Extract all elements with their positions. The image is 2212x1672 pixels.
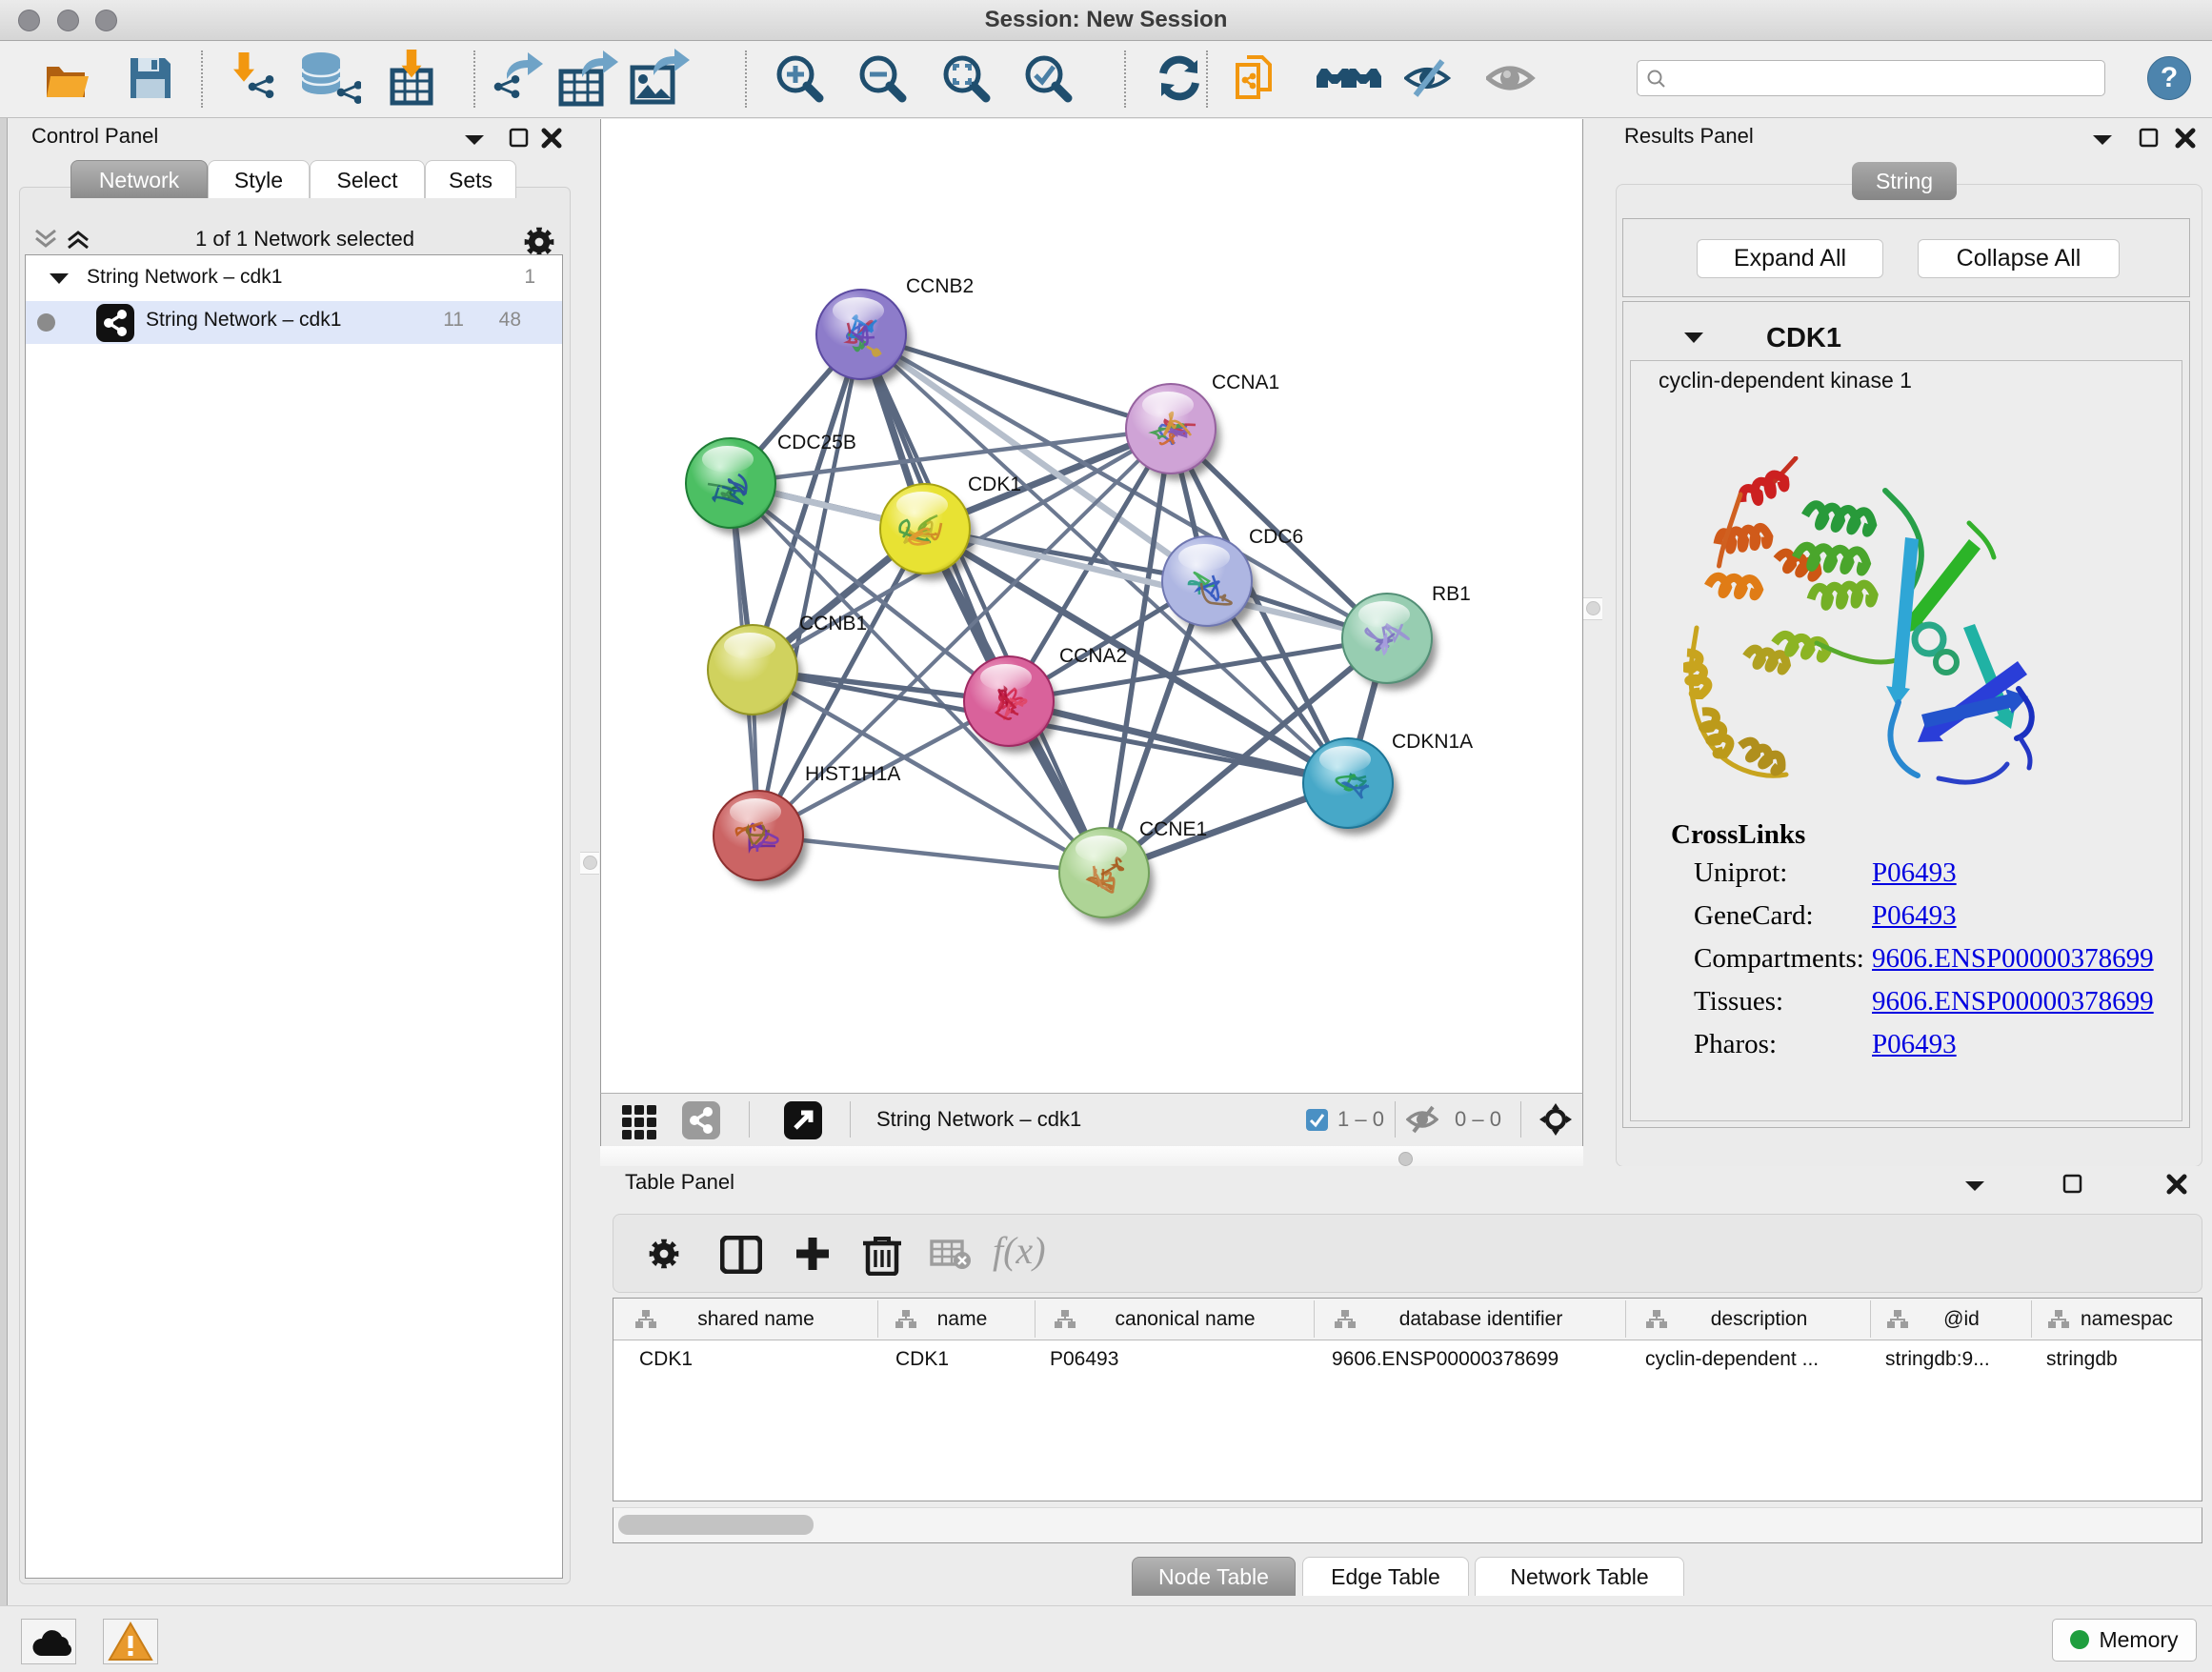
svg-text:CDC6: CDC6 [1249,526,1303,548]
svg-text:CCNE1: CCNE1 [1139,818,1207,840]
svg-text:CCNA2: CCNA2 [1059,645,1127,667]
svg-text:CCNB1: CCNB1 [799,613,867,635]
svg-text:CCNA1: CCNA1 [1212,372,1279,393]
svg-text:CDK1: CDK1 [968,473,1021,495]
svg-text:HIST1H1A: HIST1H1A [805,763,900,785]
svg-text:CDKN1A: CDKN1A [1392,731,1473,753]
svg-text:CCNB2: CCNB2 [906,275,974,297]
svg-text:CDC25B: CDC25B [777,432,856,453]
svg-text:RB1: RB1 [1432,583,1471,605]
